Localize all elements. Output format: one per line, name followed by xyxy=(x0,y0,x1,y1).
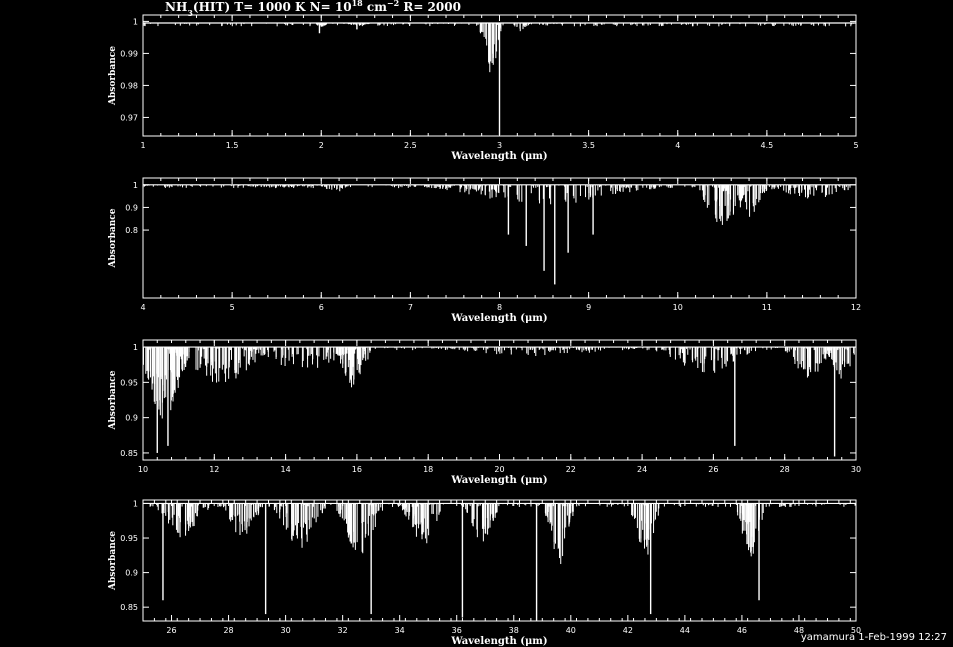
x-axis-label: Wavelength (μm) xyxy=(450,475,547,486)
title-sup: 18 xyxy=(352,0,364,8)
spectrum-lines xyxy=(149,503,856,621)
chart-panel-2: 4 5 6 7 8 9 10 11 12 1 0.9 0.8 Wavelength (μm) Absorb… xyxy=(108,177,861,324)
y-tick-label: 1 xyxy=(133,181,138,190)
y-axis-label: Absorbance xyxy=(108,370,118,430)
title-end: R= 2000 xyxy=(399,0,461,14)
x-tick-label: 28 xyxy=(223,626,233,635)
x-axis-label: Wavelength (μm) xyxy=(450,313,547,324)
x-tick-label: 16 xyxy=(352,465,362,474)
chart-panel-1: 1 1.5 2 2.5 3 3.5 4 4.5 5 1 0.99 0.98 0.97 Wavelength… xyxy=(108,0,859,162)
x-tick-label: 10 xyxy=(673,303,683,312)
y-tick-label: 0.85 xyxy=(120,603,138,612)
x-tick-label: 2 xyxy=(319,141,324,150)
x-tick-label: 2.5 xyxy=(404,141,417,150)
x-tick-label: 4 xyxy=(675,141,680,150)
title-unit: cm xyxy=(363,0,387,14)
y-axis-label: Absorbance xyxy=(108,531,118,591)
x-tick-label: 4.5 xyxy=(761,141,774,150)
x-tick-label: 5 xyxy=(853,141,858,150)
x-tick-label: 30 xyxy=(851,465,861,474)
chart-panel-3: 10 12 14 16 18 20 22 24 26 28 30 1 0.95 0.9 0.85 Wavele… xyxy=(108,339,861,486)
x-tick-label: 26 xyxy=(708,465,718,474)
x-axis-label: Wavelength (μm) xyxy=(450,636,547,647)
x-tick-label: 5 xyxy=(230,303,235,312)
plot-frame xyxy=(142,177,857,299)
y-tick-label: 1 xyxy=(133,343,138,352)
y-tick-label: 0.9 xyxy=(125,414,138,423)
y-tick-label: 0.95 xyxy=(120,534,138,543)
x-tick-label: 1 xyxy=(140,141,145,150)
x-tick-label: 22 xyxy=(566,465,576,474)
x-tick-label: 14 xyxy=(281,465,291,474)
x-tick-label: 12 xyxy=(851,303,861,312)
x-tick-label: 20 xyxy=(494,465,504,474)
footer-credit: yamamura 1-Feb-1999 12:27 xyxy=(800,632,947,643)
y-tick-label: 0.99 xyxy=(120,49,138,58)
x-tick-label: 44 xyxy=(680,626,690,635)
x-tick-label: 7 xyxy=(408,303,413,312)
y-tick-label: 0.85 xyxy=(120,449,138,458)
x-tick-label: 28 xyxy=(780,465,790,474)
x-tick-label: 11 xyxy=(762,303,772,312)
spectrum-lines xyxy=(142,184,851,285)
x-axis-label: Wavelength (μm) xyxy=(450,151,547,162)
x-tick-label: 26 xyxy=(166,626,176,635)
x-tick-label: 10 xyxy=(138,465,148,474)
x-tick-label: 38 xyxy=(509,626,519,635)
y-tick-label: 0.9 xyxy=(125,569,138,578)
y-axis-label: Absorbance xyxy=(108,46,118,106)
x-tick-label: 24 xyxy=(637,465,647,474)
x-tick-label: 3.5 xyxy=(582,141,595,150)
y-tick-label: 0.95 xyxy=(120,378,138,387)
y-tick-label: 1 xyxy=(133,499,138,508)
x-tick-label: 30 xyxy=(281,626,291,635)
y-tick-label: 0.98 xyxy=(120,81,138,90)
x-tick-label: 40 xyxy=(566,626,576,635)
y-tick-label: 0.97 xyxy=(120,113,138,122)
x-tick-label: 46 xyxy=(737,626,747,635)
y-tick-label: 0.9 xyxy=(125,203,138,212)
x-tick-label: 1.5 xyxy=(226,141,239,150)
x-tick-label: 9 xyxy=(586,303,591,312)
x-tick-label: 18 xyxy=(423,465,433,474)
x-tick-label: 6 xyxy=(319,303,324,312)
spectra-figure: 1 1.5 2 2.5 3 3.5 4 4.5 510.990.980.97Wavelength… xyxy=(108,0,861,647)
x-tick-label: 42 xyxy=(623,626,633,635)
title-species: NH xyxy=(165,0,187,14)
x-tick-label: 8 xyxy=(497,303,502,312)
x-tick-label: 12 xyxy=(209,465,219,474)
x-tick-label: 36 xyxy=(452,626,462,635)
x-tick-label: 3 xyxy=(497,141,502,150)
x-tick-label: 32 xyxy=(338,626,348,635)
chart-panel-4: 26 28 30 32 34 36 38 40 42 44 46 48 5010.950.90.85Wa… xyxy=(108,499,861,647)
title-mid: (HIT) T= 1000 K N= 10 xyxy=(193,0,352,14)
y-tick-label: 1 xyxy=(133,17,138,26)
x-tick-label: 34 xyxy=(395,626,405,635)
y-axis-label: Absorbance xyxy=(108,208,118,268)
spectrum-lines xyxy=(143,347,855,457)
x-tick-label: 4 xyxy=(140,303,145,312)
title-unit_sup: −2 xyxy=(387,0,399,8)
spectrum-lines xyxy=(142,23,854,136)
y-tick-label: 0.8 xyxy=(125,226,138,235)
